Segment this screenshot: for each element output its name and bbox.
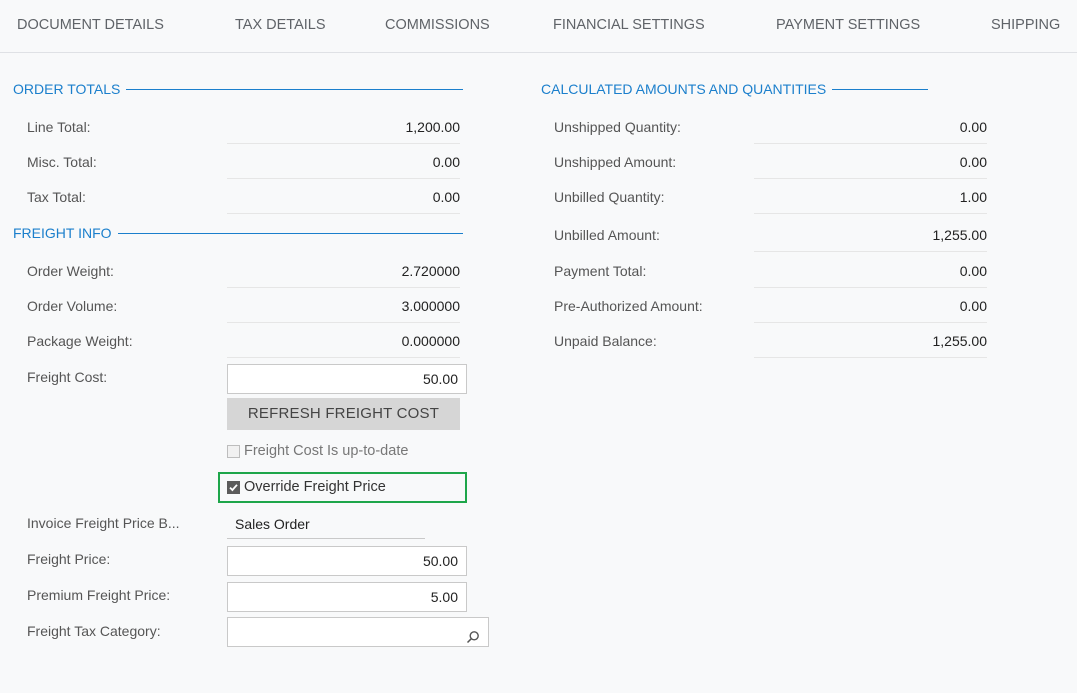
order-volume-label: Order Volume: xyxy=(27,298,118,314)
freight-cost-uptodate-label: Freight Cost Is up-to-date xyxy=(244,443,409,459)
tab-financial-settings[interactable]: FINANCIAL SETTINGS xyxy=(553,17,705,33)
freight-price-label: Freight Price: xyxy=(27,551,111,567)
order-weight-value: 2.720000 xyxy=(227,254,460,288)
section-divider xyxy=(832,88,929,90)
freight-cost-uptodate-checkbox[interactable]: Freight Cost Is up-to-date xyxy=(227,443,408,459)
override-freight-price-label: Override Freight Price xyxy=(244,479,386,495)
unshipped-amount-label: Unshipped Amount: xyxy=(554,154,677,170)
line-total-label: Line Total: xyxy=(27,119,91,135)
freight-cost-input[interactable]: 50.00 xyxy=(227,364,467,394)
misc-total-row: Misc. Total: 0.00 xyxy=(27,145,467,179)
calculated-amounts-header: CALCULATED AMOUNTS AND QUANTITIES xyxy=(541,81,929,97)
package-weight-label: Package Weight: xyxy=(27,333,133,349)
premium-freight-price-input[interactable]: 5.00 xyxy=(227,582,467,612)
pre-authorized-amount-value: 0.00 xyxy=(754,289,987,323)
unbilled-amount-value: 1,255.00 xyxy=(754,218,987,252)
section-divider xyxy=(126,88,464,90)
unpaid-balance-label: Unpaid Balance: xyxy=(554,333,657,349)
tax-total-value: 0.00 xyxy=(227,180,460,214)
order-totals-title: ORDER TOTALS xyxy=(13,81,121,97)
payment-total-row: Payment Total: 0.00 xyxy=(554,254,994,288)
invoice-freight-price-basis-label: Invoice Freight Price B... xyxy=(27,515,180,531)
tab-document-details[interactable]: DOCUMENT DETAILS xyxy=(17,17,164,33)
order-weight-label: Order Weight: xyxy=(27,263,114,279)
refresh-freight-cost-button[interactable]: REFRESH FREIGHT COST xyxy=(227,398,460,430)
package-weight-row: Package Weight: 0.000000 xyxy=(27,324,467,358)
unpaid-balance-row: Unpaid Balance: 1,255.00 xyxy=(554,324,994,358)
search-icon[interactable] xyxy=(466,625,480,653)
premium-freight-price-label: Premium Freight Price: xyxy=(27,587,171,603)
unbilled-amount-label: Unbilled Amount: xyxy=(554,227,660,243)
freight-info-header: FREIGHT INFO xyxy=(13,225,463,241)
line-total-value: 1,200.00 xyxy=(227,110,460,144)
misc-total-label: Misc. Total: xyxy=(27,154,97,170)
freight-tax-category-label: Freight Tax Category: xyxy=(27,623,161,639)
tab-commissions[interactable]: COMMISSIONS xyxy=(385,17,490,33)
tab-shipping[interactable]: SHIPPING xyxy=(991,17,1060,33)
unshipped-quantity-value: 0.00 xyxy=(754,110,987,144)
package-weight-value: 0.000000 xyxy=(227,324,460,358)
freight-price-input[interactable]: 50.00 xyxy=(227,546,467,576)
calculated-amounts-title: CALCULATED AMOUNTS AND QUANTITIES xyxy=(541,81,827,97)
unshipped-quantity-row: Unshipped Quantity: 0.00 xyxy=(554,110,994,144)
order-weight-row: Order Weight: 2.720000 xyxy=(27,254,467,288)
checkmark-icon xyxy=(227,480,240,494)
unbilled-quantity-row: Unbilled Quantity: 1.00 xyxy=(554,180,994,214)
tax-total-label: Tax Total: xyxy=(27,189,86,205)
line-total-row: Line Total: 1,200.00 xyxy=(27,110,467,144)
pre-authorized-amount-row: Pre-Authorized Amount: 0.00 xyxy=(554,289,994,323)
order-volume-row: Order Volume: 3.000000 xyxy=(27,289,467,323)
payment-total-label: Payment Total: xyxy=(554,263,647,279)
payment-total-value: 0.00 xyxy=(754,254,987,288)
checkbox-unchecked-icon xyxy=(227,444,240,458)
tab-bar: DOCUMENT DETAILS TAX DETAILS COMMISSIONS… xyxy=(0,0,1077,53)
override-freight-price-checkbox[interactable]: Override Freight Price xyxy=(227,479,386,495)
unbilled-quantity-value: 1.00 xyxy=(754,180,987,214)
tab-tax-details[interactable]: TAX DETAILS xyxy=(235,17,326,33)
freight-tax-category-input[interactable] xyxy=(227,617,489,647)
unbilled-amount-row: Unbilled Amount: 1,255.00 xyxy=(554,218,994,252)
unshipped-amount-row: Unshipped Amount: 0.00 xyxy=(554,145,994,179)
freight-info-title: FREIGHT INFO xyxy=(13,225,112,241)
unpaid-balance-value: 1,255.00 xyxy=(754,324,987,358)
tab-payment-settings[interactable]: PAYMENT SETTINGS xyxy=(776,17,920,33)
tax-total-row: Tax Total: 0.00 xyxy=(27,180,467,214)
order-volume-value: 3.000000 xyxy=(227,289,460,323)
freight-cost-label: Freight Cost: xyxy=(27,369,108,385)
pre-authorized-amount-label: Pre-Authorized Amount: xyxy=(554,298,703,314)
unshipped-quantity-label: Unshipped Quantity: xyxy=(554,119,681,135)
section-divider xyxy=(117,232,463,234)
order-totals-header: ORDER TOTALS xyxy=(13,81,464,97)
unshipped-amount-value: 0.00 xyxy=(754,145,987,179)
invoice-freight-price-basis-select[interactable]: Sales Order xyxy=(227,509,425,539)
unbilled-quantity-label: Unbilled Quantity: xyxy=(554,189,665,205)
misc-total-value: 0.00 xyxy=(227,145,460,179)
